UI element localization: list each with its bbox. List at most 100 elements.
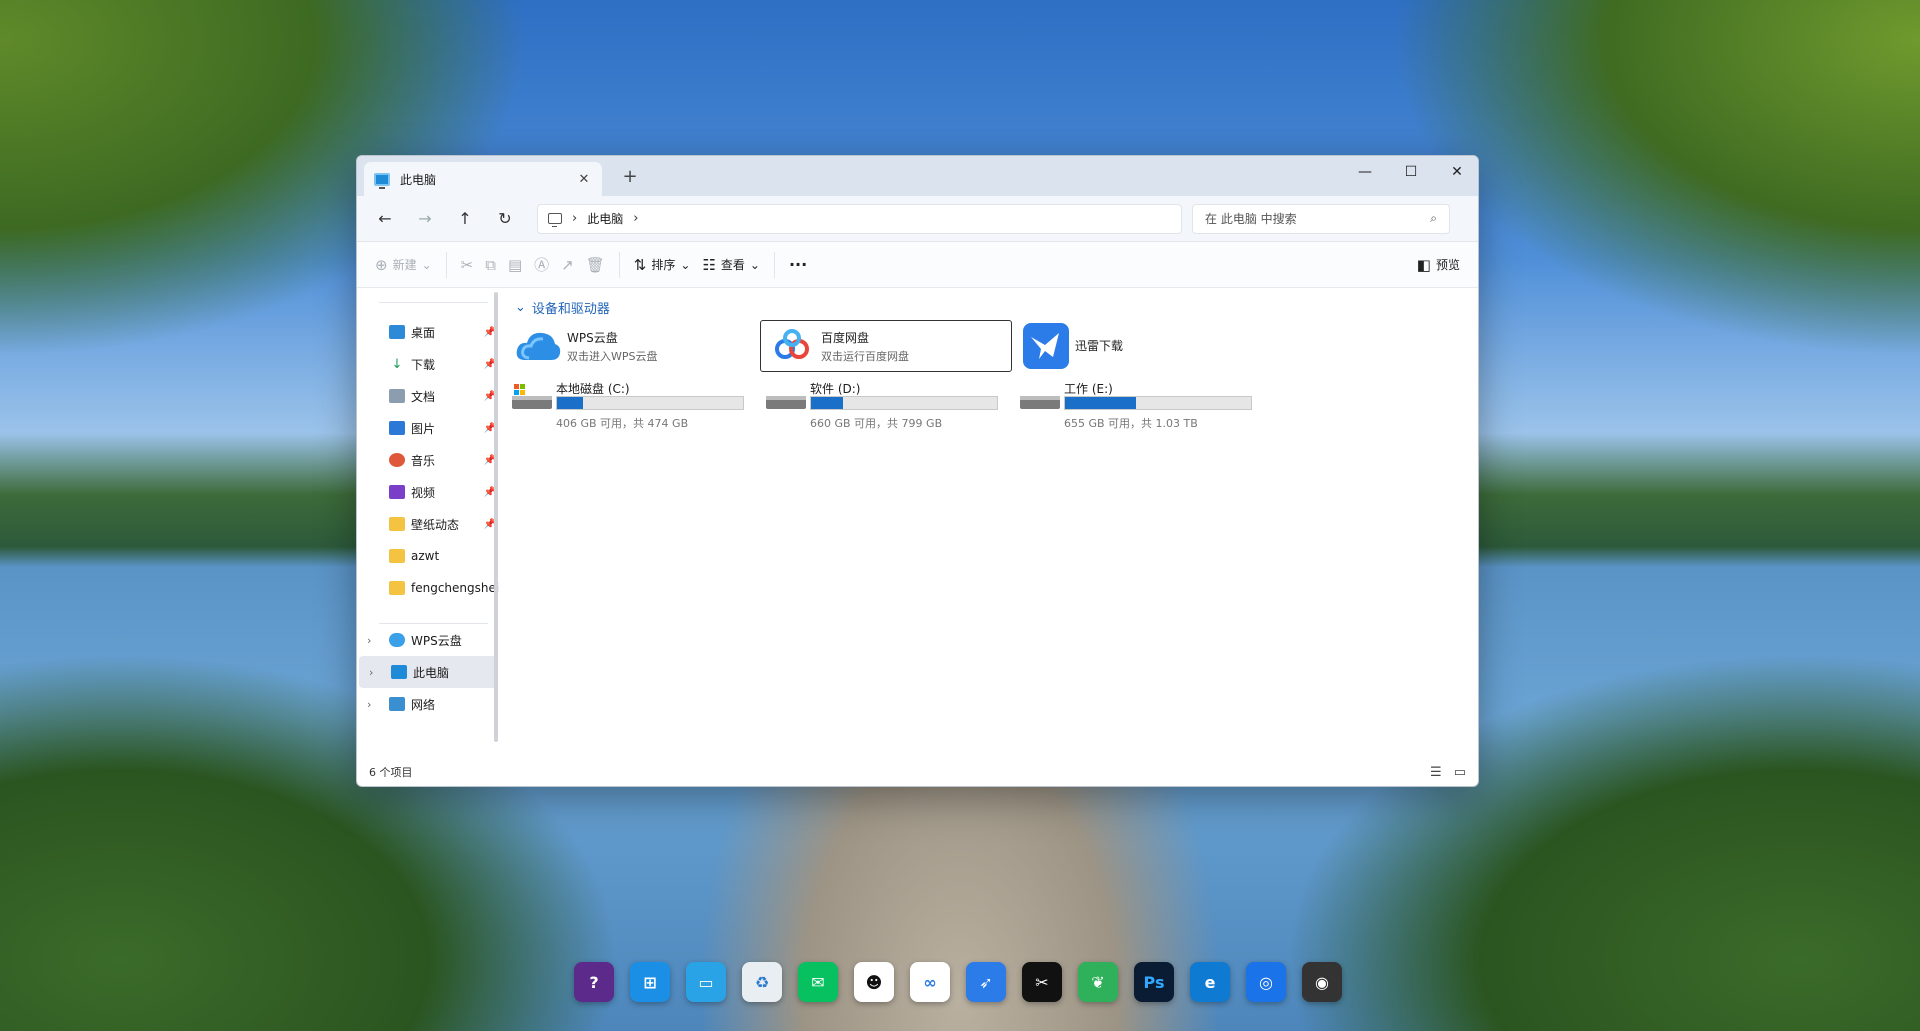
- tile-subtitle: 双击运行百度网盘: [821, 349, 909, 363]
- drive-e[interactable]: 工作 (E:) 655 GB 可用，共 1.03 TB: [1014, 380, 1254, 430]
- share-icon: ↗: [561, 255, 574, 274]
- close-tab-icon[interactable]: ✕: [576, 172, 592, 187]
- search-placeholder: 在 此电脑 中搜索: [1205, 212, 1297, 226]
- copy-button[interactable]: ⧉: [479, 250, 502, 280]
- delete-button[interactable]: 🗑: [580, 250, 611, 280]
- browser-icon[interactable]: ◎: [1246, 962, 1286, 1002]
- back-button[interactable]: ←: [365, 203, 405, 235]
- chevron-right-icon[interactable]: ›: [633, 211, 638, 226]
- details-view-icon[interactable]: ☰: [1430, 765, 1442, 780]
- minimize-button[interactable]: —: [1342, 156, 1388, 188]
- preview-button[interactable]: ◧ 预览: [1411, 250, 1466, 280]
- chevron-right-icon[interactable]: ›: [369, 666, 373, 679]
- search-input[interactable]: 在 此电脑 中搜索 ⌕: [1192, 203, 1450, 234]
- desktop-icon[interactable]: ▭: [686, 962, 726, 1002]
- wps-cloud-icon: [515, 323, 561, 369]
- sidebar-item-documents[interactable]: 文档 📌: [357, 380, 500, 412]
- preview-label: 预览: [1435, 258, 1460, 272]
- preview-pane-icon: ◧: [1416, 255, 1431, 274]
- xunlei-tile[interactable]: 迅雷下载: [1014, 320, 1266, 372]
- capcut-icon[interactable]: ✂: [1022, 962, 1062, 1002]
- chevron-right-icon[interactable]: ›: [572, 211, 577, 226]
- tile-name: WPS云盘: [567, 330, 618, 345]
- drive-c[interactable]: 本地磁盘 (C:) 406 GB 可用，共 474 GB: [506, 380, 746, 430]
- wechat-icon[interactable]: ✉: [798, 962, 838, 1002]
- sidebar-item-this-pc[interactable]: › 此电脑: [359, 656, 498, 688]
- cut-button[interactable]: ✂: [455, 250, 480, 280]
- item-count: 6 个项目: [369, 766, 413, 779]
- forward-button[interactable]: →: [405, 203, 445, 235]
- more-button[interactable]: ···: [783, 250, 813, 280]
- sidebar-item-folder[interactable]: fengchengshej: [357, 572, 500, 604]
- sort-icon: ⇅: [633, 255, 647, 274]
- camera-icon[interactable]: ◉: [1302, 962, 1342, 1002]
- sidebar-item-label: 视频: [411, 485, 436, 500]
- baidu-netdisk-tile[interactable]: 百度网盘双击运行百度网盘: [760, 320, 1012, 372]
- drive-usage-fill: [811, 397, 843, 409]
- breadcrumb-this-pc[interactable]: 此电脑: [587, 210, 623, 227]
- edge-icon[interactable]: e: [1190, 962, 1230, 1002]
- xunlei-icon[interactable]: ➶: [966, 962, 1006, 1002]
- share-button[interactable]: ↗: [555, 250, 580, 280]
- picture-icon: [389, 421, 405, 435]
- copy-icon: ⧉: [485, 255, 496, 274]
- sidebar-item-label: 网络: [411, 697, 436, 712]
- sidebar-item-folder[interactable]: 壁纸动态 📌: [357, 508, 500, 540]
- computer-icon: [374, 172, 390, 189]
- view-icon: ☷: [702, 255, 716, 274]
- maximize-button[interactable]: ☐: [1388, 156, 1434, 188]
- rename-button[interactable]: Ⓐ: [528, 250, 555, 280]
- drive-usage-bar: [556, 396, 744, 410]
- trash-icon: 🗑: [585, 255, 605, 274]
- up-button[interactable]: ↑: [445, 203, 485, 235]
- close-button[interactable]: ✕: [1434, 156, 1478, 188]
- recycle-bin-icon[interactable]: ♻: [742, 962, 782, 1002]
- new-button[interactable]: ⊕ 新建 ⌄: [369, 250, 438, 280]
- tab-this-pc[interactable]: 此电脑 ✕: [364, 162, 602, 196]
- drive-name: 本地磁盘 (C:): [556, 382, 630, 396]
- baidu-netdisk-icon[interactable]: ∞: [910, 962, 950, 1002]
- chevron-right-icon[interactable]: ›: [367, 698, 371, 711]
- drive-name: 工作 (E:): [1064, 382, 1113, 396]
- drive-usage-bar: [1064, 396, 1252, 410]
- windows-icon[interactable]: ⊞: [630, 962, 670, 1002]
- group-header[interactable]: ⌄ 设备和驱动器: [515, 298, 610, 317]
- wps-cloud-tile[interactable]: WPS云盘 双击进入WPS云盘: [506, 320, 758, 372]
- navigation-pane: 桌面 📌 ↓ 下载 📌 文档 📌 图片 📌 音乐 📌 视频 📌 壁纸动态 📌 azwt feng…: [357, 288, 500, 744]
- drive-icon: [1020, 394, 1060, 414]
- sidebar-item-pictures[interactable]: 图片 📌: [357, 412, 500, 444]
- address-bar[interactable]: › 此电脑 ›: [537, 203, 1182, 234]
- drive-size: 406 GB 可用，共 474 GB: [556, 417, 689, 430]
- refresh-button[interactable]: ↻: [485, 203, 525, 235]
- sidebar-item-downloads[interactable]: ↓ 下载 📌: [357, 348, 500, 380]
- photoshop-icon[interactable]: Ps: [1134, 962, 1174, 1002]
- qq-icon[interactable]: ☻: [854, 962, 894, 1002]
- sidebar-item-wps-cloud[interactable]: › WPS云盘: [357, 624, 500, 656]
- sidebar-item-desktop[interactable]: 桌面 📌: [357, 316, 500, 348]
- sidebar-item-music[interactable]: 音乐 📌: [357, 444, 500, 476]
- new-tab-button[interactable]: +: [619, 166, 641, 187]
- command-bar: ⊕ 新建 ⌄ ✂ ⧉ ▤ Ⓐ ↗ 🗑 ⇅ 排序 ⌄ ☷ 查看 ⌄ ··· ◧ 预览: [357, 242, 1478, 288]
- folder-icon: [389, 549, 405, 563]
- title-bar: 此电脑 ✕ + — ☐ ✕: [357, 156, 1478, 196]
- sidebar-item-label: 音乐: [411, 453, 436, 468]
- sort-button[interactable]: ⇅ 排序 ⌄: [628, 250, 697, 280]
- view-switcher: ☰ ▭: [1430, 765, 1466, 780]
- sidebar-scrollbar[interactable]: [494, 292, 498, 742]
- paste-icon: ▤: [507, 255, 523, 274]
- sidebar-item-videos[interactable]: 视频 📌: [357, 476, 500, 508]
- drive-d[interactable]: 软件 (D:) 660 GB 可用，共 799 GB: [760, 380, 1000, 430]
- chevron-down-icon: ⌄: [680, 257, 691, 272]
- leaf-app-icon[interactable]: ❦: [1078, 962, 1118, 1002]
- view-button[interactable]: ☷ 查看 ⌄: [696, 250, 766, 280]
- paste-button[interactable]: ▤: [502, 250, 528, 280]
- sidebar-item-label: 桌面: [411, 325, 436, 340]
- app-icon[interactable]: ?: [574, 962, 614, 1002]
- sidebar-item-network[interactable]: › 网络: [357, 688, 500, 720]
- sidebar-item-folder[interactable]: azwt: [357, 540, 500, 572]
- tiles-view-icon[interactable]: ▭: [1454, 765, 1466, 780]
- chevron-right-icon[interactable]: ›: [367, 634, 371, 647]
- tile-name: 百度网盘: [821, 330, 870, 345]
- sidebar-item-label: fengchengshej: [411, 581, 500, 595]
- divider: [379, 302, 488, 303]
